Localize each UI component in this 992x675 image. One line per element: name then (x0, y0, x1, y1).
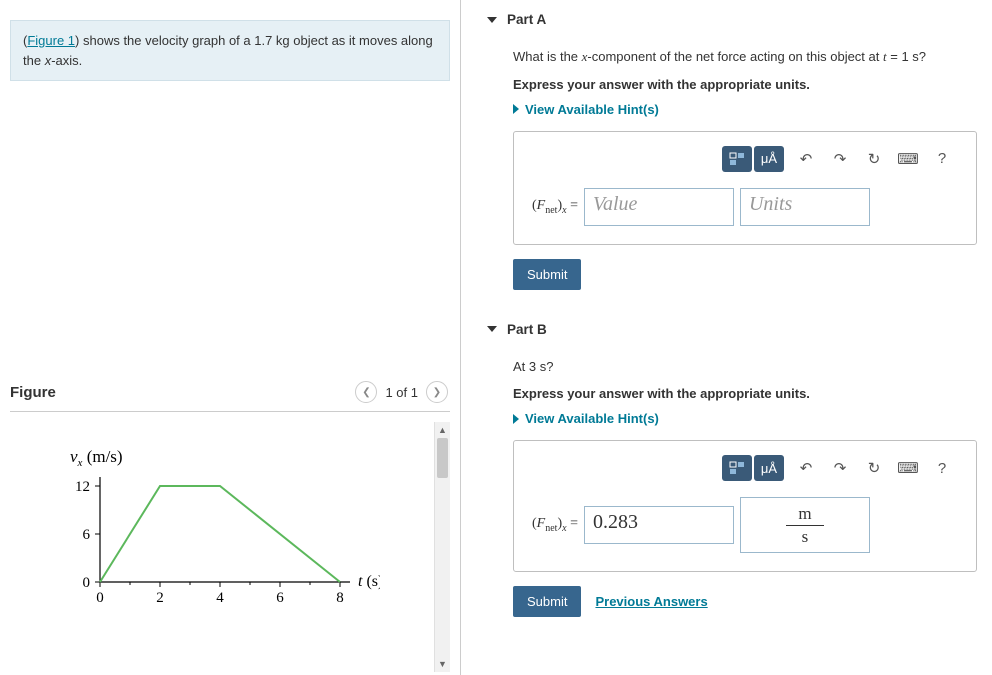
previous-answers-link[interactable]: Previous Answers (595, 594, 707, 609)
undo-button[interactable]: ↶ (794, 456, 818, 480)
part-b-answer-box: μÅ ↶ ↷ ↻ ⌨ ? (Fnet)x = 0.283 m s (513, 440, 977, 572)
xtick-2: 2 (156, 590, 164, 606)
redo-button[interactable]: ↷ (828, 147, 852, 171)
figure-scrollbar[interactable]: ▲ ▼ (434, 422, 450, 672)
figure-pager: ❮ 1 of 1 ❯ (355, 381, 448, 403)
units-button[interactable]: μÅ (754, 455, 784, 481)
x-axis-label: t (s) (358, 573, 380, 590)
xtick-6: 6 (276, 590, 284, 606)
part-b-question: At 3 s? (513, 357, 977, 377)
divider (10, 411, 450, 412)
figure-title: Figure (10, 384, 56, 401)
part-b-units-input[interactable]: m s (740, 497, 870, 553)
figure-link[interactable]: Figure 1 (27, 33, 75, 48)
undo-button[interactable]: ↶ (794, 147, 818, 171)
fnet-label: (Fnet)x = (532, 198, 578, 216)
template-button[interactable] (722, 455, 752, 481)
ytick-0: 0 (83, 575, 91, 591)
part-a-value-input[interactable]: Value (584, 188, 734, 226)
part-b-instruction: Express your answer with the appropriate… (513, 386, 977, 401)
prev-figure-button[interactable]: ❮ (355, 381, 377, 403)
xtick-4: 4 (216, 590, 224, 606)
template-button[interactable] (722, 146, 752, 172)
velocity-chart: vx (m/s) 0 6 12 (10, 422, 434, 672)
reset-button[interactable]: ↻ (862, 456, 886, 480)
scroll-up-icon[interactable]: ▲ (435, 422, 450, 438)
figure-header: Figure ❮ 1 of 1 ❯ (10, 381, 450, 411)
ytick-6: 6 (83, 527, 91, 543)
part-b-header[interactable]: Part B (479, 310, 977, 349)
part-a-header[interactable]: Part A (479, 0, 977, 39)
keyboard-button[interactable]: ⌨ (896, 147, 920, 171)
data-line (100, 486, 340, 582)
problem-statement: (Figure 1) shows the velocity graph of a… (10, 20, 450, 81)
pager-text: 1 of 1 (385, 385, 418, 400)
part-a-answer-box: μÅ ↶ ↷ ↻ ⌨ ? (Fnet)x = Value Units (513, 131, 977, 245)
text: -axis. (51, 53, 82, 68)
reset-button[interactable]: ↻ (862, 147, 886, 171)
part-a-question: What is the x-component of the net force… (513, 47, 977, 67)
part-b-title: Part B (507, 322, 547, 337)
caret-down-icon (487, 17, 497, 23)
part-b-submit-button[interactable]: Submit (513, 586, 581, 617)
scroll-thumb[interactable] (437, 438, 448, 478)
part-a-title: Part A (507, 12, 546, 27)
ytick-12: 12 (75, 479, 90, 495)
caret-down-icon (487, 326, 497, 332)
units-button[interactable]: μÅ (754, 146, 784, 172)
part-b-value-input[interactable]: 0.283 (584, 506, 734, 544)
part-a-units-input[interactable]: Units (740, 188, 870, 226)
part-b-hints-link[interactable]: View Available Hint(s) (513, 411, 977, 426)
help-button[interactable]: ? (930, 456, 954, 480)
part-a-submit-button[interactable]: Submit (513, 259, 581, 290)
caret-right-icon (513, 104, 519, 114)
unit-denominator: s (802, 526, 809, 547)
part-a-hints-link[interactable]: View Available Hint(s) (513, 102, 977, 117)
keyboard-button[interactable]: ⌨ (896, 456, 920, 480)
scroll-down-icon[interactable]: ▼ (435, 656, 450, 672)
y-axis-label: vx (m/s) (70, 447, 123, 469)
chart-svg: vx (m/s) 0 6 12 (40, 442, 380, 632)
hints-text: View Available Hint(s) (525, 411, 659, 426)
part-a-instruction: Express your answer with the appropriate… (513, 77, 977, 92)
caret-right-icon (513, 414, 519, 424)
answer-toolbar: μÅ ↶ ↷ ↻ ⌨ ? (532, 146, 958, 172)
next-figure-button[interactable]: ❯ (426, 381, 448, 403)
help-button[interactable]: ? (930, 147, 954, 171)
xtick-0: 0 (96, 590, 104, 606)
answer-toolbar: μÅ ↶ ↷ ↻ ⌨ ? (532, 455, 958, 481)
redo-button[interactable]: ↷ (828, 456, 852, 480)
unit-numerator: m (786, 504, 823, 526)
xtick-8: 8 (336, 590, 344, 606)
text: ) shows the velocity graph of a 1.7 kg o… (23, 33, 433, 68)
hints-text: View Available Hint(s) (525, 102, 659, 117)
fnet-label: (Fnet)x = (532, 516, 578, 534)
